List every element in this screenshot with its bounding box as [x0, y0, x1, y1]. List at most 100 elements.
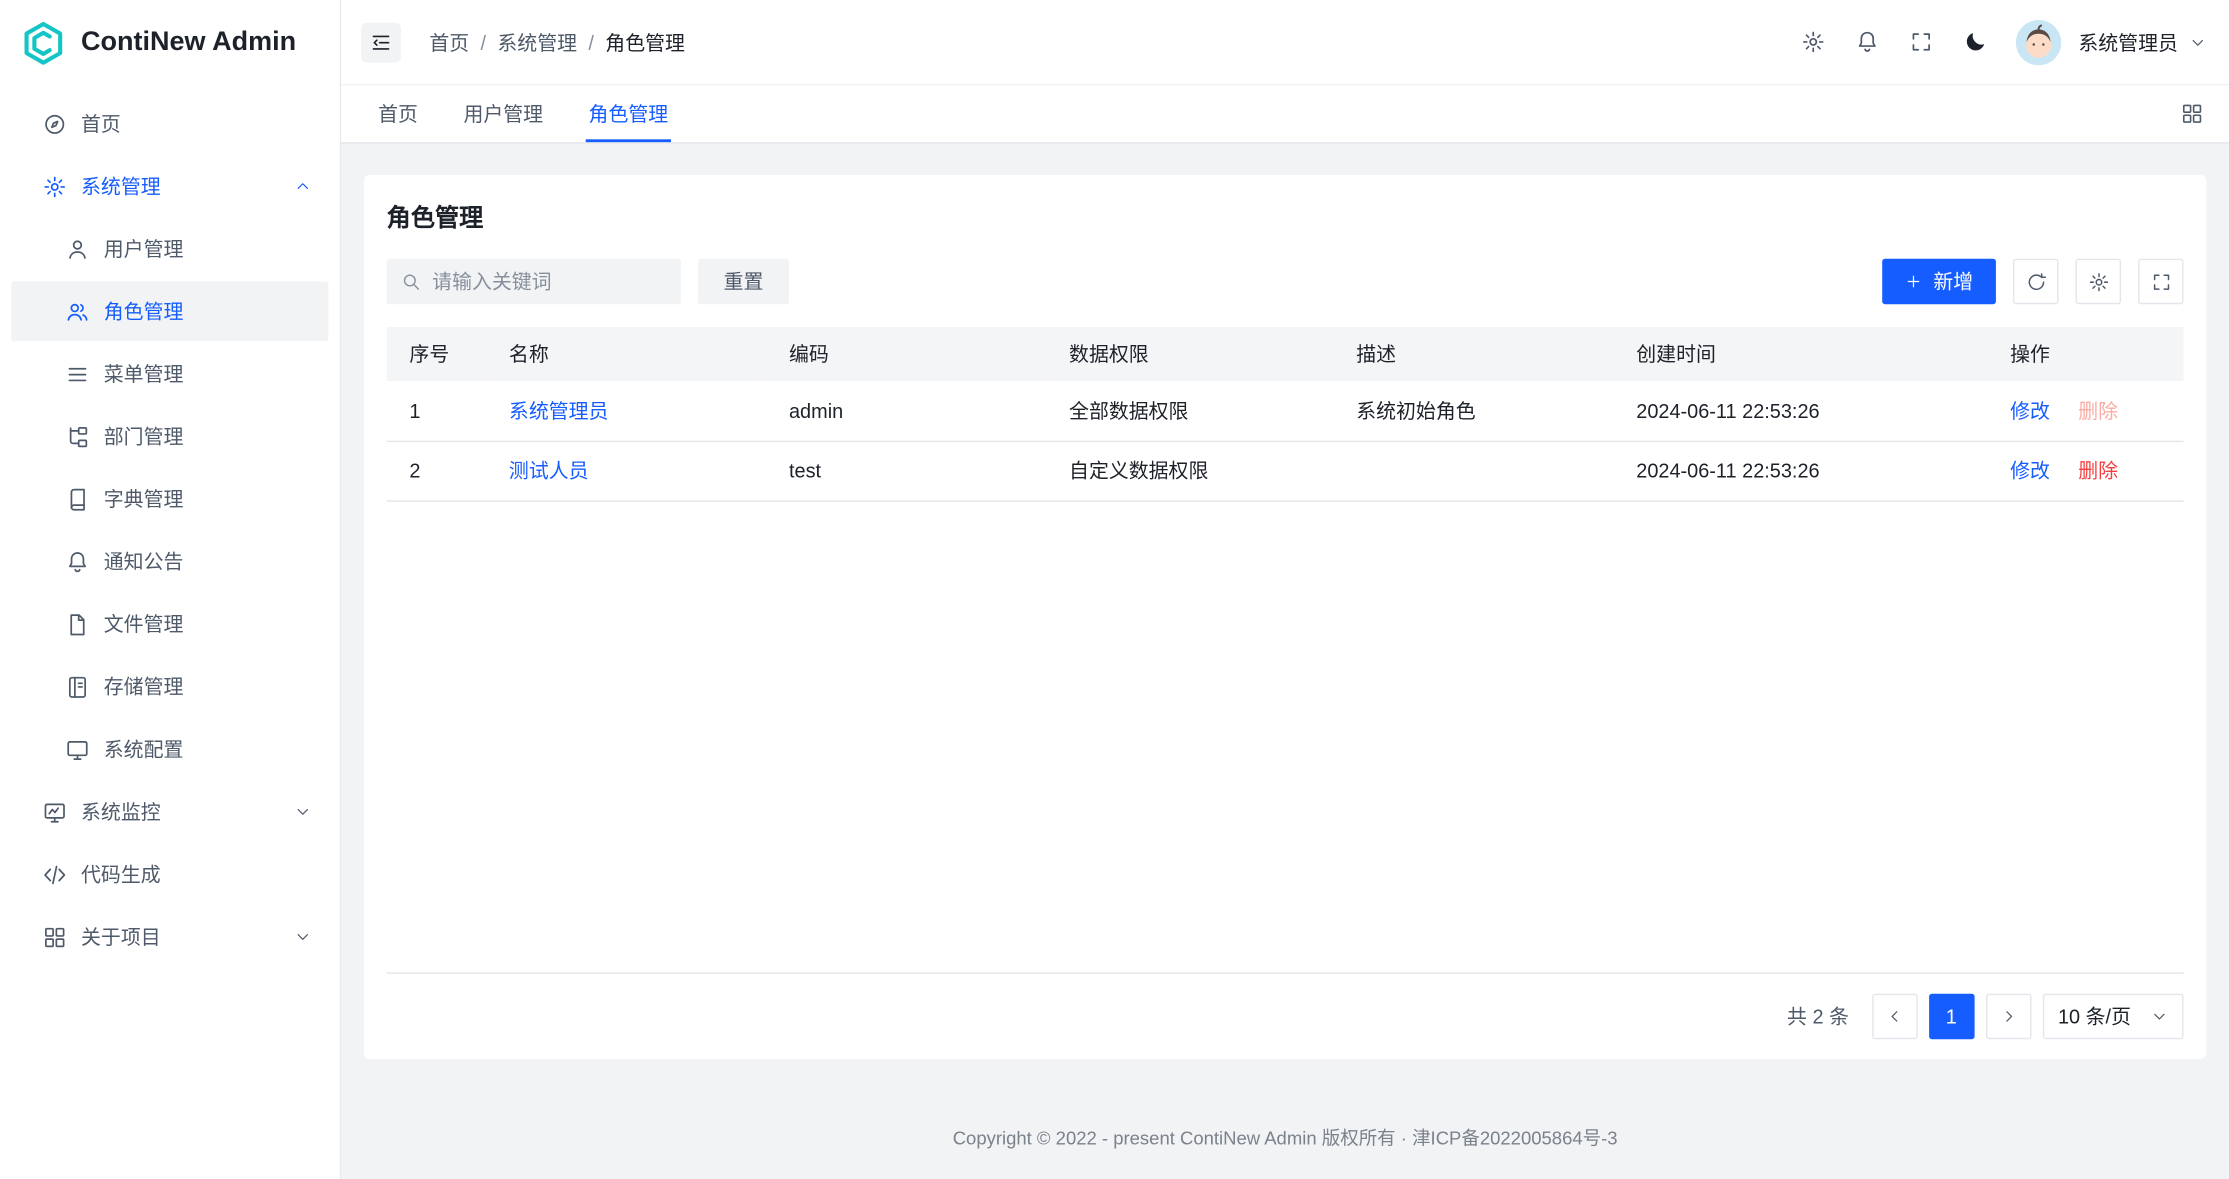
current-page-button[interactable]: 1	[1929, 994, 1974, 1039]
toolbar: 重置 新增	[387, 259, 2184, 304]
dark-mode-button[interactable]	[1950, 18, 1998, 66]
book-icon	[65, 487, 89, 511]
delete-action[interactable]: 删除	[2078, 399, 2118, 422]
tab[interactable]: 首页	[355, 85, 440, 142]
sidebar-nav: 首页 系统管理 用户管理 角色管理	[0, 85, 340, 1178]
notifications-button[interactable]	[1842, 18, 1890, 66]
table-row[interactable]: 1 系统管理员 admin 全部数据权限 系统初始角色 2024-06-11 2…	[387, 381, 2184, 441]
sidebar-item[interactable]: 部门管理	[11, 407, 328, 467]
fullscreen-button[interactable]	[1896, 18, 1944, 66]
chevron-down-icon	[294, 928, 311, 945]
role-name-link[interactable]: 测试人员	[509, 459, 589, 482]
total-count: 共 2 条	[1787, 1002, 1849, 1030]
delete-action[interactable]: 删除	[2078, 459, 2118, 482]
refresh-button[interactable]	[2013, 259, 2058, 304]
search-input[interactable]	[432, 270, 667, 293]
sidebar-item[interactable]: 关于项目	[11, 907, 328, 967]
main-area: 首页 / 系统管理 / 角色管理 系统管理员	[341, 0, 2229, 1179]
tab[interactable]: 角色管理	[566, 85, 691, 142]
sidebar-item[interactable]: 代码生成	[11, 844, 328, 904]
topbar: 首页 / 系统管理 / 角色管理 系统管理员	[341, 0, 2229, 85]
breadcrumb-item[interactable]: 首页	[429, 28, 469, 56]
sidebar-item[interactable]: 首页	[11, 94, 328, 154]
add-button[interactable]: 新增	[1882, 259, 1996, 304]
sidebar-item[interactable]: 字典管理	[11, 469, 328, 529]
page-size-select[interactable]: 10 条/页	[2042, 994, 2183, 1039]
settings-button[interactable]	[1788, 18, 1836, 66]
footer: Copyright © 2022 - present ContiNew Admi…	[341, 1059, 2229, 1178]
users-icon	[65, 299, 89, 323]
cell-name: 系统管理员	[486, 381, 766, 441]
sidebar-item[interactable]: 系统管理	[11, 156, 328, 216]
storage-icon	[65, 675, 89, 699]
chevron-down-icon	[2189, 33, 2206, 50]
column-header: 名称	[486, 327, 766, 381]
tabs: 首页 用户管理 角色管理	[355, 85, 690, 142]
prev-page-button[interactable]	[1872, 994, 1917, 1039]
logo[interactable]: ContiNew Admin	[0, 0, 340, 85]
tab-label: 角色管理	[589, 100, 669, 128]
sidebar-item[interactable]: 通知公告	[11, 532, 328, 592]
cell-scope: 自定义数据权限	[1046, 441, 1333, 501]
sidebar-item[interactable]: 系统配置	[11, 719, 328, 779]
breadcrumb-item[interactable]: 系统管理	[497, 28, 577, 56]
tab-bar: 首页 用户管理 角色管理	[341, 85, 2229, 143]
role-name-link[interactable]: 系统管理员	[509, 399, 609, 422]
edit-action[interactable]: 修改	[2010, 459, 2050, 482]
sidebar-item[interactable]: 文件管理	[11, 594, 328, 654]
sidebar: ContiNew Admin 首页 系统管理 用户管理	[0, 0, 341, 1179]
table-fullscreen-button[interactable]	[2138, 259, 2183, 304]
roles-table: 序号 名称 编码 数据权限 描述 创建时间	[387, 327, 2184, 974]
app-title: ContiNew Admin	[81, 27, 296, 58]
breadcrumb-item[interactable]: 角色管理	[605, 28, 685, 56]
sidebar-item[interactable]: 菜单管理	[11, 344, 328, 404]
user-name[interactable]: 系统管理员	[2078, 28, 2178, 56]
fullscreen-icon	[1908, 30, 1932, 54]
sidebar-item-label: 系统管理	[81, 172, 161, 200]
chevron-left-icon	[1886, 1008, 1903, 1025]
sidebar-item-label: 系统配置	[104, 735, 184, 763]
avatar[interactable]	[2016, 19, 2061, 64]
sidebar-item[interactable]: 用户管理	[11, 219, 328, 279]
sidebar-item-label: 角色管理	[104, 297, 184, 325]
column-header: 描述	[1333, 327, 1613, 381]
tree-icon	[65, 424, 89, 448]
sidebar-item-label: 系统监控	[81, 798, 161, 826]
reset-button[interactable]: 重置	[698, 259, 789, 304]
logo-icon	[20, 19, 67, 66]
table-row[interactable]: 2 测试人员 test 自定义数据权限 2024-06-11 22:53:26 …	[387, 441, 2184, 501]
column-header: 创建时间	[1614, 327, 1988, 381]
breadcrumb: 首页 / 系统管理 / 角色管理	[429, 28, 685, 56]
settings-icon	[43, 174, 67, 198]
menu-fold-button[interactable]	[361, 22, 401, 62]
cell-created: 2024-06-11 22:53:26	[1614, 441, 1988, 501]
chevron-down-icon	[294, 803, 311, 820]
edit-action[interactable]: 修改	[2010, 399, 2050, 422]
sidebar-item[interactable]: 角色管理	[11, 281, 328, 341]
sidebar-item[interactable]: 存储管理	[11, 657, 328, 717]
topbar-actions: 系统管理员	[1788, 18, 2206, 66]
cell-desc: 系统初始角色	[1333, 381, 1613, 441]
pagination: 共 2 条 1 10 条/页	[387, 994, 2184, 1039]
cell-actions: 修改 删除	[1987, 381, 2183, 441]
file-icon	[65, 612, 89, 636]
moon-icon	[1963, 30, 1987, 54]
display-icon	[65, 737, 89, 761]
next-page-button[interactable]	[1985, 994, 2030, 1039]
sidebar-item-label: 部门管理	[104, 422, 184, 450]
sidebar-item[interactable]: 系统监控	[11, 782, 328, 842]
cell-index: 2	[387, 441, 487, 501]
page-title: 角色管理	[387, 198, 2184, 234]
cell-code: test	[766, 441, 1046, 501]
sidebar-item-label: 存储管理	[104, 672, 184, 700]
menu-fold-icon	[370, 31, 393, 54]
tab[interactable]: 用户管理	[441, 85, 566, 142]
role-management-card: 角色管理 重置 新增	[364, 175, 2206, 1059]
page-size-value: 10 条/页	[2058, 1002, 2131, 1030]
breadcrumb-separator: /	[588, 31, 594, 54]
tab-actions-button[interactable]	[2175, 85, 2209, 142]
cell-created: 2024-06-11 22:53:26	[1614, 381, 1988, 441]
column-settings-button[interactable]	[2076, 259, 2121, 304]
chevron-right-icon	[2000, 1008, 2017, 1025]
sidebar-item-label: 关于项目	[81, 923, 161, 951]
